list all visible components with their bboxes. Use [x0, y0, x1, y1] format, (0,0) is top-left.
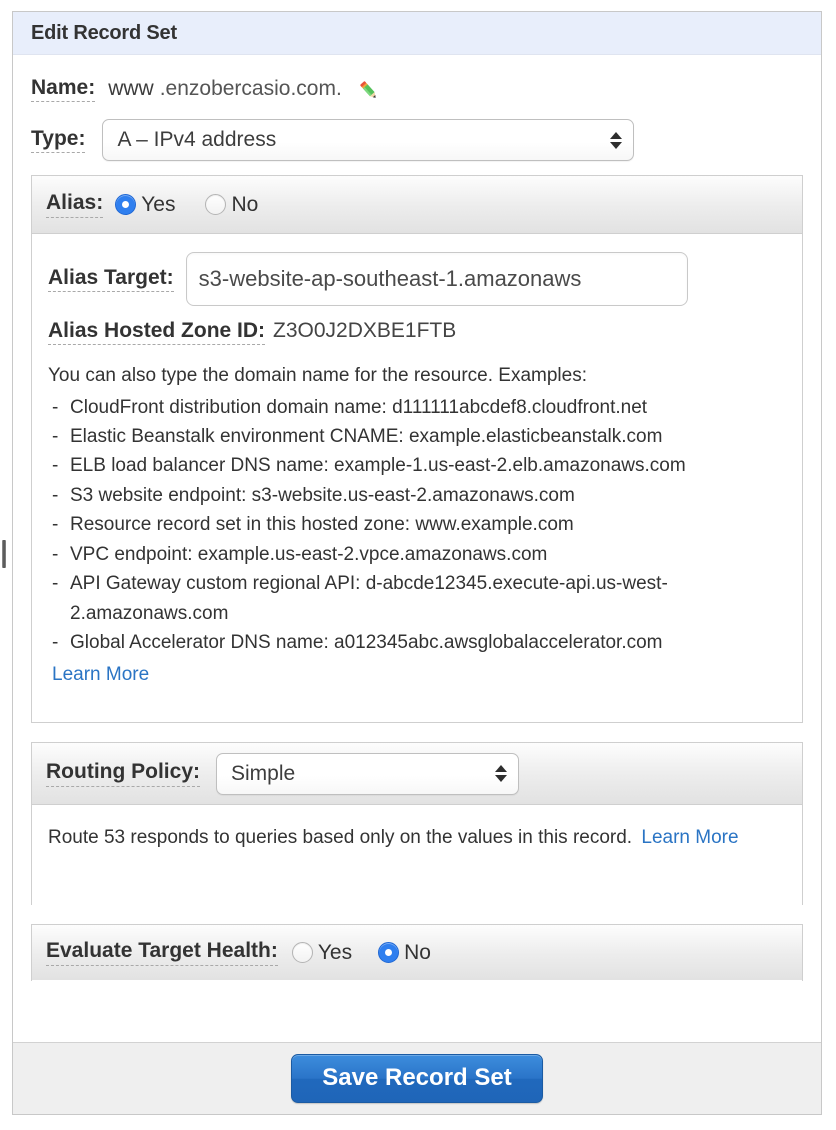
panel-title-bar: Edit Record Set — [13, 12, 821, 55]
type-label: Type: — [31, 127, 86, 154]
chevron-updown-icon — [610, 127, 623, 153]
alias-section-header: Alias: Yes No — [32, 176, 802, 234]
alias-target-row: Alias Target: s3-website-ap-southeast-1.… — [32, 252, 802, 306]
eth-radio-no[interactable]: No — [378, 941, 431, 965]
list-item: ELB load balancer DNS name: example-1.us… — [48, 451, 788, 481]
routing-policy-section: Routing Policy: Simple Route 53 responds… — [31, 742, 803, 905]
alias-hosted-zone-row: Alias Hosted Zone ID: Z3O0J2DXBE1FTB — [32, 306, 802, 346]
panel-footer: Save Record Set — [13, 1042, 821, 1114]
list-item: S3 website endpoint: s3-website.us-east-… — [48, 481, 788, 511]
name-label: Name: — [31, 76, 96, 103]
routing-policy-label: Routing Policy: — [46, 760, 200, 787]
eth-radio-yes[interactable]: Yes — [291, 940, 353, 965]
chevron-updown-icon — [495, 761, 507, 787]
alias-target-input[interactable]: s3-website-ap-southeast-1.amazonaws — [185, 252, 688, 306]
type-select[interactable]: A – IPv4 address — [102, 119, 635, 161]
routing-policy-description: Route 53 responds to queries based only … — [48, 827, 633, 848]
type-field-row: Type: A – IPv4 address — [13, 101, 821, 161]
radio-off-icon — [291, 942, 313, 963]
save-record-set-button[interactable]: Save Record Set — [291, 1054, 543, 1103]
radio-off-icon — [205, 194, 227, 215]
routing-policy-select[interactable]: Simple — [216, 752, 519, 795]
name-field-row: Name: www .enzobercasio.com. — [13, 55, 821, 104]
alias-radio-no-label: No — [231, 192, 259, 216]
evaluate-target-health-label: Evaluate Target Health: — [46, 939, 278, 966]
name-zone-suffix: .enzobercasio.com. — [159, 77, 342, 100]
alias-label: Alias: — [46, 191, 104, 218]
scroll-caret-indicator — [2, 540, 6, 568]
alias-target-value: s3-website-ap-southeast-1.amazonaws — [198, 266, 582, 291]
alias-radio-yes[interactable]: Yes — [115, 193, 175, 217]
edit-record-set-panel: Edit Record Set Name: www .enzobercasio.c… — [12, 11, 822, 1115]
alias-radio-yes-label: Yes — [141, 192, 176, 216]
page-title: Edit Record Set — [31, 21, 177, 44]
alias-help-lead: You can also type the domain name for th… — [48, 365, 587, 387]
alias-section: Alias: Yes No Alias Target: s3-website-a… — [31, 175, 803, 723]
alias-section-body: Alias Target: s3-website-ap-southeast-1.… — [32, 234, 802, 722]
list-item: API Gateway custom regional API: d-abcde… — [48, 569, 788, 628]
evaluate-target-health-header: Evaluate Target Health: Yes No — [32, 925, 802, 980]
list-item: Global Accelerator DNS name: a012345abc.… — [48, 628, 788, 658]
routing-policy-header: Routing Policy: Simple — [32, 743, 802, 805]
radio-on-icon — [115, 194, 137, 215]
evaluate-target-health-radio-group: Yes No — [291, 940, 431, 965]
alias-hosted-zone-value: Z3O0J2DXBE1FTB — [273, 319, 457, 342]
eth-radio-yes-label: Yes — [317, 940, 353, 964]
routing-policy-body: Route 53 responds to queries based only … — [32, 805, 802, 905]
evaluate-target-health-section: Evaluate Target Health: Yes No — [31, 924, 803, 981]
alias-help-list: CloudFront distribution domain name: d11… — [48, 393, 788, 658]
alias-target-label: Alias Target: — [48, 266, 174, 293]
alias-radio-group: Yes No — [115, 193, 258, 217]
list-item: VPC endpoint: example.us-east-2.vpce.ama… — [48, 540, 788, 570]
list-item: Elastic Beanstalk environment CNAME: exa… — [48, 422, 788, 452]
type-select-value: A – IPv4 address — [117, 128, 277, 151]
pencil-icon[interactable] — [356, 78, 382, 104]
radio-on-icon — [378, 942, 400, 963]
routing-policy-select-value: Simple — [231, 761, 296, 785]
name-value: www .enzobercasio.com. — [108, 77, 342, 101]
list-item: Resource record set in this hosted zone:… — [48, 510, 788, 540]
routing-policy-learn-more-link[interactable]: Learn More — [641, 827, 738, 848]
list-item: CloudFront distribution domain name: d11… — [48, 393, 788, 423]
alias-radio-no[interactable]: No — [205, 193, 258, 217]
alias-help-text: You can also type the domain name for th… — [32, 345, 802, 689]
alias-learn-more-link[interactable]: Learn More — [52, 660, 149, 689]
name-subdomain: www — [108, 77, 154, 100]
alias-hosted-zone-label: Alias Hosted Zone ID: — [48, 319, 266, 346]
eth-radio-no-label: No — [404, 940, 431, 964]
